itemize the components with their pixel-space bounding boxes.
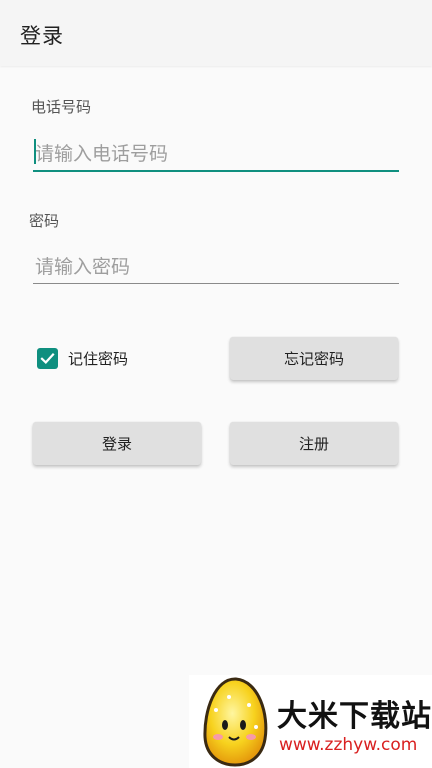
register-button[interactable]: 注册 [230, 422, 398, 465]
phone-input[interactable] [33, 138, 399, 172]
text-cursor [34, 139, 36, 164]
remember-password-label: 记住密码 [68, 350, 129, 368]
page-title: 登录 [20, 24, 64, 48]
watermark-site-url: www.zzhyw.com [279, 735, 418, 755]
phone-label: 电话号码 [31, 98, 92, 116]
app-bar: 登录 [0, 0, 432, 66]
checkbox-checked-icon[interactable] [37, 348, 58, 369]
rice-mascot-logo [203, 677, 268, 767]
login-button[interactable]: 登录 [33, 422, 201, 465]
password-label: 密码 [29, 212, 60, 230]
login-screen: 登录 电话号码 密码 记住密码 忘记密码 登录 注册 [0, 0, 432, 768]
password-input[interactable] [33, 251, 399, 284]
watermark-site-name: 大米下载站 [277, 699, 432, 734]
forgot-password-button[interactable]: 忘记密码 [230, 337, 398, 380]
watermark-banner: 大米下载站 www.zzhyw.com [189, 675, 432, 768]
remember-password-checkbox[interactable]: 记住密码 [37, 347, 128, 370]
